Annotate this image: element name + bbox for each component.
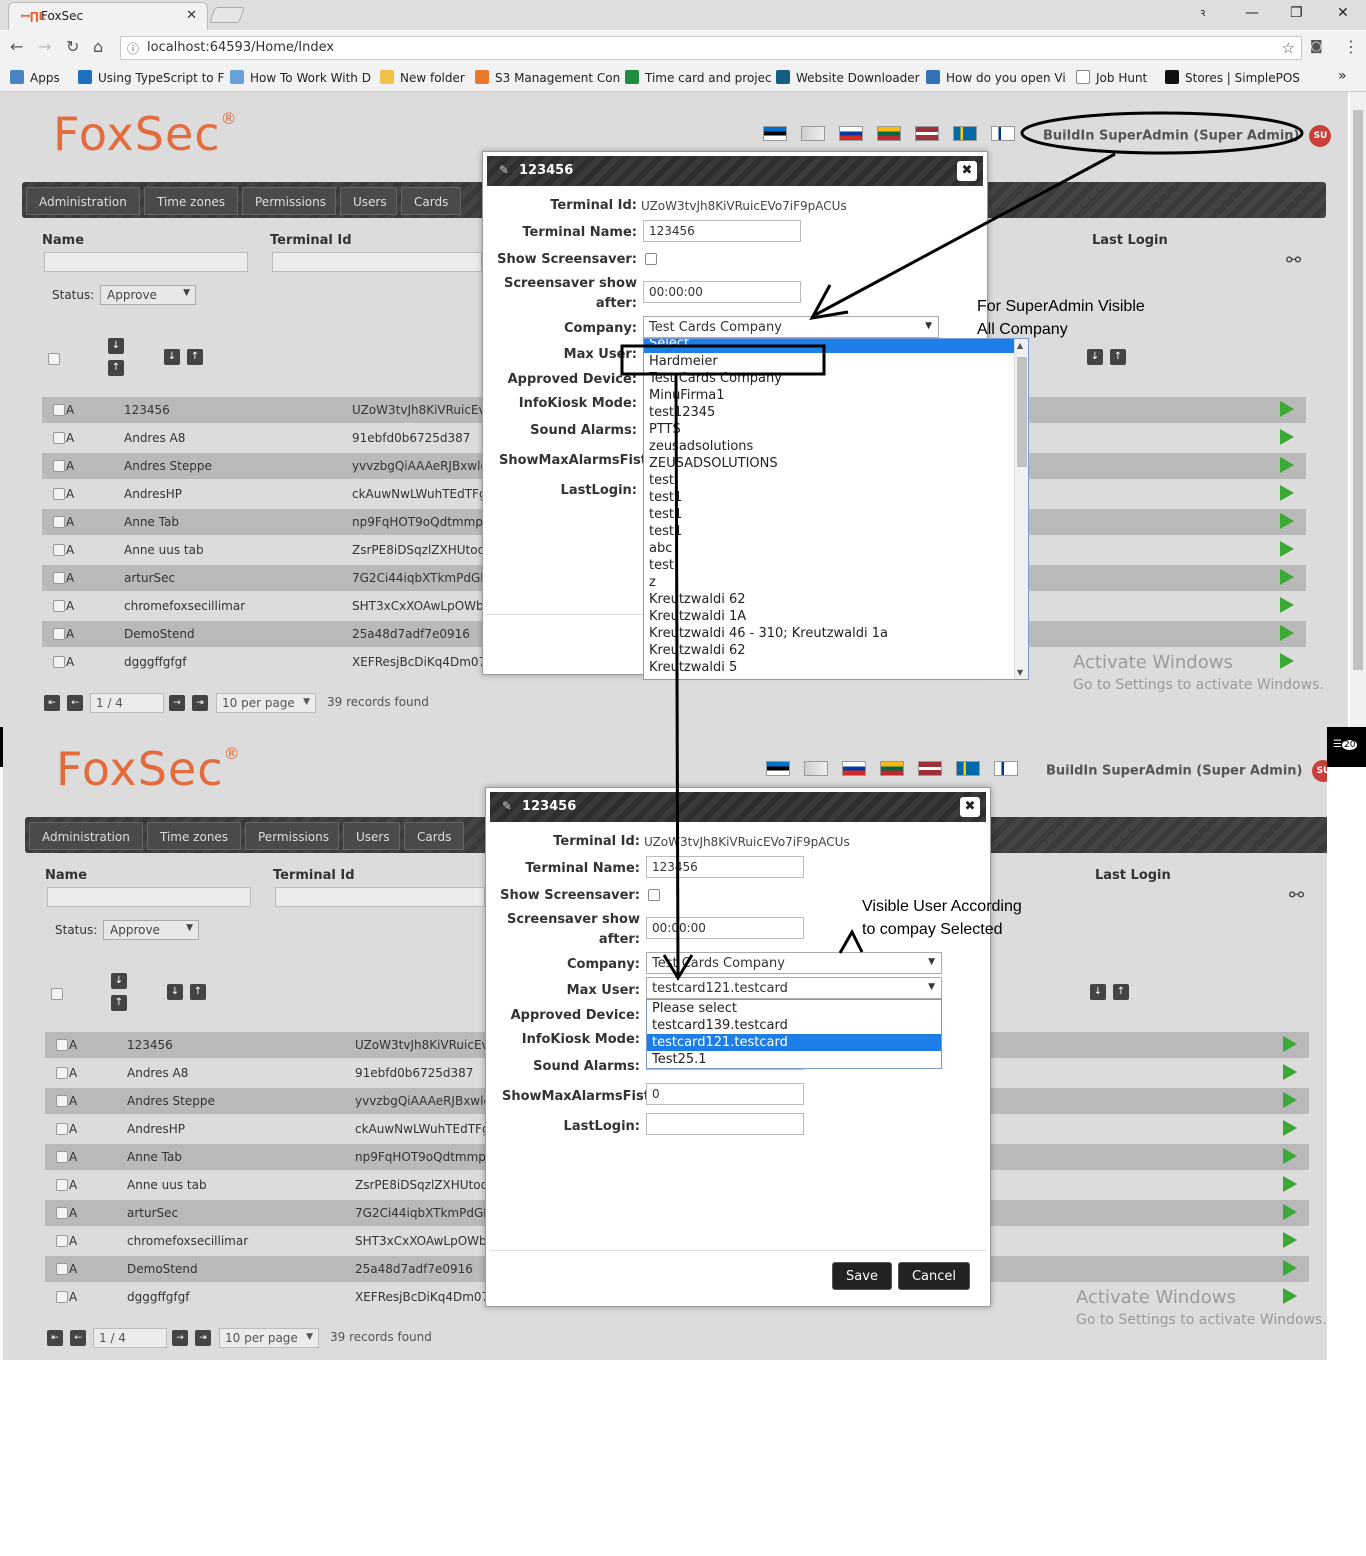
- hardmeier-highlight-box: [620, 344, 826, 376]
- annotation-bottom-line2: to compay Selected: [862, 921, 1003, 938]
- annotation-top-line1: For SuperAdmin Visible: [977, 298, 1145, 315]
- arrow-down: [674, 373, 680, 976]
- arrow-up-small: [838, 928, 864, 954]
- arrow-to-company: [814, 152, 1116, 317]
- annotation-top-line2: All Company: [977, 321, 1068, 338]
- annotation-overlay: [620, 111, 1304, 981]
- user-highlight-ellipse: [1020, 111, 1304, 155]
- annotation-bottom-line1: Visible User According: [862, 898, 1022, 915]
